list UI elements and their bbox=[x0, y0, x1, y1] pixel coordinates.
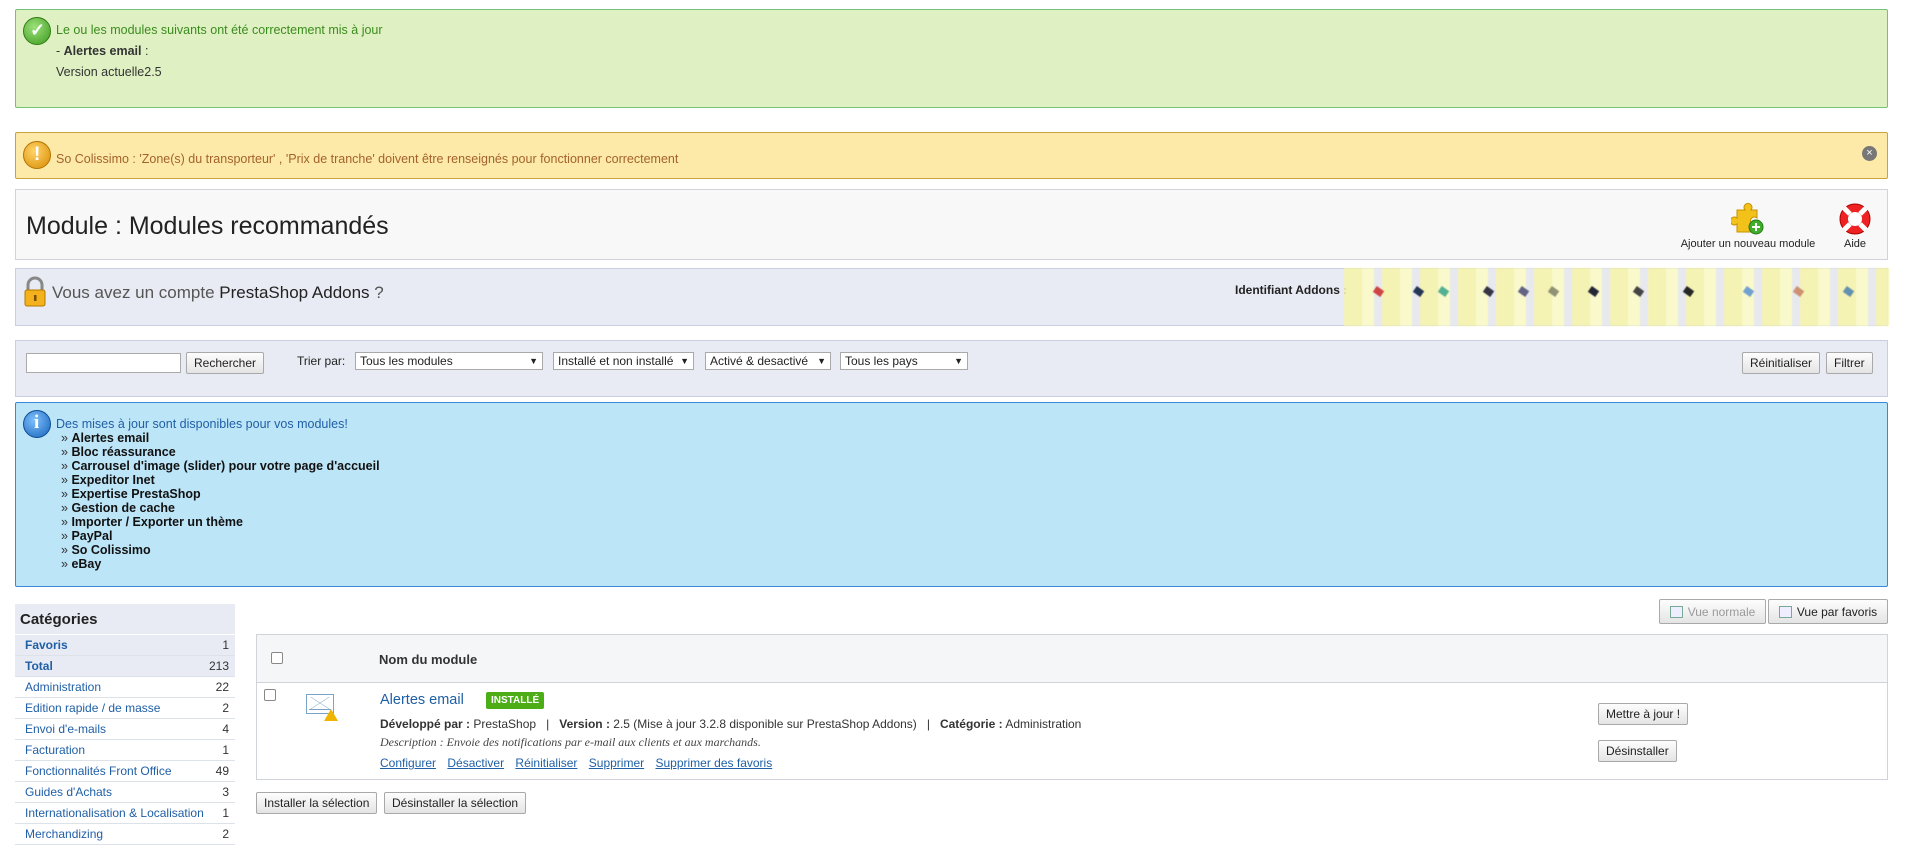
module-type-select[interactable]: Tous les modules bbox=[355, 352, 543, 370]
info-icon bbox=[23, 410, 51, 438]
warning-message: So Colissimo : 'Zone(s) du transporteur'… bbox=[56, 152, 679, 166]
installed-badge: INSTALLÉ bbox=[486, 692, 545, 709]
select-all-checkbox[interactable] bbox=[271, 652, 283, 664]
remove-favorite-link[interactable]: Supprimer des favoris bbox=[655, 756, 772, 770]
module-filter-bar: Rechercher Trier par: Tous les modules I… bbox=[15, 340, 1888, 397]
help-button[interactable]: Aide bbox=[1835, 202, 1875, 250]
list-item: Expeditor Inet bbox=[61, 473, 380, 487]
module-description: Description : Envoie des notifications p… bbox=[380, 735, 761, 749]
page-header: Module : Modules recommandés Ajouter un … bbox=[15, 189, 1888, 260]
addons-account-question: Vous avez un compte PrestaShop Addons ? bbox=[52, 283, 384, 302]
addons-identifier-redacted bbox=[1344, 268, 1889, 326]
page-title: Module : Modules recommandés bbox=[26, 212, 389, 240]
category-item-front-office[interactable]: Fonctionnalités Front Office 49 bbox=[15, 761, 235, 782]
reset-link[interactable]: Réinitialiser bbox=[515, 756, 577, 770]
puzzle-add-icon bbox=[1731, 202, 1764, 235]
table-header: Nom du module bbox=[257, 635, 1887, 683]
check-circle-icon bbox=[23, 17, 51, 45]
favorites-view-button[interactable]: Vue par favoris bbox=[1768, 599, 1888, 624]
category-item-total[interactable]: Total 213 bbox=[15, 656, 235, 677]
addons-account-bar: Vous avez un compte PrestaShop Addons ? … bbox=[15, 268, 1889, 326]
warning-small-icon bbox=[324, 709, 338, 721]
lifebuoy-icon bbox=[1839, 203, 1871, 235]
search-button[interactable]: Rechercher bbox=[186, 352, 265, 374]
list-icon bbox=[1778, 605, 1792, 618]
success-module-line: - Alertes email : bbox=[56, 44, 149, 58]
module-checkbox[interactable] bbox=[264, 689, 276, 701]
install-status-select[interactable]: Installé et non installé bbox=[553, 352, 694, 370]
category-item-administration[interactable]: Administration 22 bbox=[15, 677, 235, 698]
list-item: Expertise PrestaShop bbox=[61, 487, 380, 501]
category-item-envoi-emails[interactable]: Envoi d'e-mails 4 bbox=[15, 719, 235, 740]
updates-heading: Des mises à jour sont disponibles pour v… bbox=[56, 417, 348, 431]
reset-button[interactable]: Réinitialiser bbox=[1742, 352, 1821, 374]
list-item: eBay bbox=[61, 557, 380, 571]
update-button[interactable]: Mettre à jour ! bbox=[1598, 703, 1689, 725]
list-item: PayPal bbox=[61, 529, 380, 543]
category-item-internationalisation[interactable]: Internationalisation & Localisation 1 bbox=[15, 803, 235, 824]
list-item: Gestion de cache bbox=[61, 501, 380, 515]
sort-label: Trier par: bbox=[297, 354, 346, 368]
enabled-status-select[interactable]: Activé & desactivé bbox=[705, 352, 831, 370]
updates-info-alert: Des mises à jour sont disponibles pour v… bbox=[15, 402, 1888, 587]
uninstall-button[interactable]: Désinstaller bbox=[1598, 740, 1677, 762]
addons-identifier-label: Identifiant Addons : bbox=[1235, 283, 1348, 297]
list-item: Importer / Exporter un thème bbox=[61, 515, 380, 529]
grid-icon bbox=[1669, 605, 1683, 618]
module-name-link[interactable]: Alertes email bbox=[380, 692, 464, 708]
country-select[interactable]: Tous les pays bbox=[840, 352, 968, 370]
module-actions: Configurer Désactiver Réinitialiser Supp… bbox=[380, 756, 780, 770]
success-alert: Le ou les modules suivants ont été corre… bbox=[15, 9, 1888, 108]
category-item-guides-achats[interactable]: Guides d'Achats 3 bbox=[15, 782, 235, 803]
category-item-edition-rapide[interactable]: Edition rapide / de masse 2 bbox=[15, 698, 235, 719]
category-item-facturation[interactable]: Facturation 1 bbox=[15, 740, 235, 761]
updates-list: Alertes email Bloc réassurance Carrousel… bbox=[61, 431, 380, 571]
module-meta: Développé par : PrestaShop | Version : 2… bbox=[380, 717, 1082, 731]
uninstall-selection-button[interactable]: Désinstaller la sélection bbox=[384, 792, 527, 814]
categories-panel: Catégories Favoris 1 Total 213 Administrat… bbox=[15, 604, 235, 845]
close-icon[interactable]: × bbox=[1862, 146, 1877, 161]
filter-button[interactable]: Filtrer bbox=[1826, 352, 1873, 374]
warning-icon bbox=[23, 141, 51, 169]
module-table: Nom du module Alertes email INSTALLÉ Dév… bbox=[256, 634, 1888, 780]
category-item-favoris[interactable]: Favoris 1 bbox=[15, 635, 235, 656]
lock-icon bbox=[24, 276, 46, 307]
list-item: Carrousel d'image (slider) pour votre pa… bbox=[61, 459, 379, 473]
normal-view-button[interactable]: Vue normale bbox=[1659, 599, 1766, 624]
list-item: Bloc réassurance bbox=[61, 445, 380, 459]
warning-alert: So Colissimo : 'Zone(s) du transporteur'… bbox=[15, 132, 1888, 179]
categories-title: Catégories bbox=[15, 604, 235, 635]
install-selection-button[interactable]: Installer la sélection bbox=[256, 792, 378, 814]
disable-link[interactable]: Désactiver bbox=[447, 756, 504, 770]
category-item-merchandizing[interactable]: Merchandizing 2 bbox=[15, 824, 235, 845]
success-message: Le ou les modules suivants ont été corre… bbox=[56, 23, 383, 37]
add-module-button[interactable]: Ajouter un nouveau module bbox=[1680, 202, 1816, 250]
search-input[interactable] bbox=[26, 353, 181, 373]
delete-link[interactable]: Supprimer bbox=[589, 756, 644, 770]
list-item: Alertes email bbox=[61, 431, 380, 445]
column-header-module-name: Nom du module bbox=[379, 652, 478, 667]
success-version-line: Version actuelle2.5 bbox=[56, 65, 162, 79]
list-item: So Colissimo bbox=[61, 543, 380, 557]
configure-link[interactable]: Configurer bbox=[380, 756, 436, 770]
